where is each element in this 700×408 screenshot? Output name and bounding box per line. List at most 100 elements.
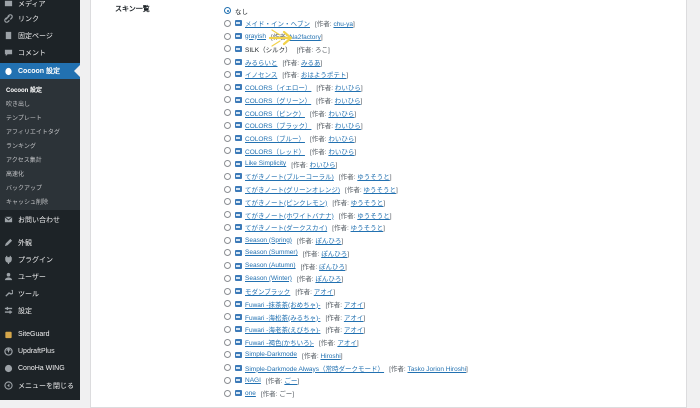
author-name[interactable]: ゆうそうと [357,174,390,181]
submenu-speedup[interactable]: 高速化 [6,169,24,178]
skin-radio[interactable] [224,185,231,193]
author-name[interactable]: みるあ [301,60,321,67]
author-name[interactable]: ぽんひろ [315,238,341,245]
submenu-ranking[interactable]: ランキング [6,141,36,150]
author-name[interactable]: chu-ya [333,21,353,28]
skin-option[interactable]: Fuwari -褐色(かちいろ)- [作者: アオイ] [224,337,359,348]
skin-radio[interactable] [224,313,231,320]
sidebar-item-cocoon-settings[interactable]: Cocoon 設定 [0,63,80,79]
skin-preview-link[interactable]: みるらいと [245,57,278,67]
sidebar-item-appearance[interactable]: 外観 [0,236,80,249]
submenu-affiliate-tag[interactable]: アフィリエイトタグ [6,127,60,136]
author-name[interactable]: アオイ [314,289,334,296]
skin-preview-link[interactable]: Like Simplicity [245,160,286,167]
skin-option[interactable]: Season (Autumn) [作者: ぽんひろ] [224,260,347,271]
skin-radio[interactable] [224,83,231,91]
skin-radio[interactable] [224,300,231,308]
author-name[interactable]: ゆうそうと [351,225,384,232]
skin-option[interactable]: Like Simplicity [作者: わいひら] [224,158,337,169]
skin-preview-link[interactable]: COLORS（イエロー） [245,82,311,92]
skin-option[interactable]: てがきノート(ピンクレモン) [作者: ゆうそうと] [224,196,385,207]
skin-option[interactable]: COLORS（グリーン） [作者: わいひら] [224,94,362,105]
skin-option[interactable]: Fuwari -海松茶(みるちゃ)- [作者: アオイ] [224,311,365,322]
sidebar-item-comments[interactable]: コメント [0,46,80,59]
author-name[interactable]: わいひら [310,162,336,169]
submenu-backup[interactable]: バックアップ [6,183,42,192]
skin-preview-link[interactable]: COLORS（ピンク） [245,108,305,118]
skin-option[interactable]: Simple-Darkmode [作者: Hiroshi] [224,349,343,360]
author-name[interactable]: ぽんひろ [321,251,347,258]
skin-preview-link[interactable]: Fuwari -褐色(かちいろ)- [245,337,314,347]
skin-radio[interactable] [224,96,231,104]
skin-radio[interactable] [224,198,231,206]
skin-option[interactable]: Simple-Darkmode Always（常時ダークモード） [作者: Tas… [224,362,468,373]
skin-option[interactable]: Season (Spring) [作者: ぽんひろ] [224,235,343,246]
skin-option[interactable]: NAGI [作者: ごー] [224,375,299,386]
sidebar-item-tools[interactable]: ツール [0,287,80,300]
skin-preview-link[interactable]: COLORS（ブラック） [245,120,311,130]
skin-radio[interactable] [224,223,231,231]
skin-radio[interactable] [224,211,231,218]
author-name[interactable]: おはようポテト [301,72,347,79]
skin-preview-link[interactable]: Season (Winter) [245,275,292,282]
author-name[interactable]: ぽんひろ [319,264,345,271]
skin-preview-link[interactable]: Season (Spring) [245,237,292,244]
author-name[interactable]: わいひら [328,136,354,143]
sidebar-item-contact[interactable]: お問い合わせ [0,213,80,226]
skin-preview-link[interactable]: てがきノート(グリーンオレンジ) [245,184,340,194]
sidebar-item-updraftplus[interactable]: UpdraftPlus [0,345,80,358]
skin-preview-link[interactable]: Simple-Darkmode Always（常時ダークモード） [245,363,384,373]
skin-preview-link[interactable]: Season (Summer) [245,249,298,256]
skin-radio[interactable] [224,364,231,371]
skin-preview-link[interactable]: grayish [245,33,266,40]
skin-radio[interactable] [224,236,231,244]
skin-preview-link[interactable]: てがきノート(ブルーコーラル) [245,171,334,181]
skin-radio[interactable] [224,389,231,397]
sidebar-item-conoha-wing[interactable]: ConoHa WING [0,362,80,375]
skin-option[interactable]: Season (Winter) [作者: ぽんひろ] [224,273,343,284]
skin-radio[interactable] [224,338,231,346]
collapse-menu-button[interactable]: メニューを閉じる [0,379,80,392]
skin-preview-link[interactable]: Season (Autumn) [245,262,296,269]
submenu-access-stats[interactable]: アクセス集計 [6,155,42,164]
skin-preview-link[interactable]: Fuwari -海松茶(みるちゃ)- [245,312,320,322]
skin-option[interactable]: COLORS（ピンク） [作者: わいひら] [224,107,356,118]
skin-radio[interactable] [224,160,231,167]
skin-radio[interactable] [224,70,231,78]
skin-option[interactable]: Fuwari -抹茶茶(おめちゃ)- [作者: アオイ] [224,298,365,309]
skin-radio[interactable] [224,274,231,282]
skin-radio[interactable] [224,19,231,27]
author-name[interactable]: わいひら [335,123,361,130]
skin-radio[interactable] [224,147,231,155]
skin-preview-link[interactable]: てがきノート(ダークスカイ) [245,222,327,232]
skin-radio[interactable] [224,376,231,384]
skin-option[interactable]: なし [224,5,248,16]
skin-radio[interactable] [224,325,231,333]
skin-radio[interactable] [224,32,231,40]
skin-option[interactable]: COLORS（イエロー） [作者: わいひら] [224,82,363,93]
skin-radio[interactable] [224,351,231,359]
skin-option[interactable]: COLORS（レッド） [作者: わいひら] [224,145,356,156]
skin-option[interactable]: one [作者: ごー] [224,388,294,399]
skin-radio[interactable] [224,7,231,14]
skin-radio[interactable] [224,109,231,116]
submenu-cache-clear[interactable]: キャッシュ削除 [6,197,48,206]
sidebar-item-users[interactable]: ユーザー [0,270,80,283]
skin-radio[interactable] [224,262,231,269]
sidebar-item-plugins[interactable]: プラグイン [0,253,80,266]
skin-preview-link[interactable]: Fuwari -海老茶(えびちゃ)- [245,324,320,334]
skin-preview-link[interactable]: COLORS（ブルー） [245,133,305,143]
skin-radio[interactable] [224,58,231,65]
submenu-speech-balloon[interactable]: 吹き出し [6,99,30,108]
skin-option[interactable]: みるらいと [作者: みるあ] [224,56,322,67]
author-name[interactable]: アオイ [344,302,364,309]
skin-option[interactable]: Fuwari -海老茶(えびちゃ)- [作者: アオイ] [224,324,365,335]
skin-preview-link[interactable]: one [245,390,256,397]
author-name[interactable]: ごー [284,378,297,385]
skin-preview-link[interactable]: てがきノート(ピンクレモン) [245,197,327,207]
sidebar-item-siteguard[interactable]: SiteGuard [0,328,80,341]
skin-radio[interactable] [224,249,231,257]
author-name[interactable]: Tasko Jorion Hiroshi [408,366,467,373]
author-name[interactable]: わいひら [328,149,354,156]
skin-preview-link[interactable]: COLORS（レッド） [245,146,305,156]
